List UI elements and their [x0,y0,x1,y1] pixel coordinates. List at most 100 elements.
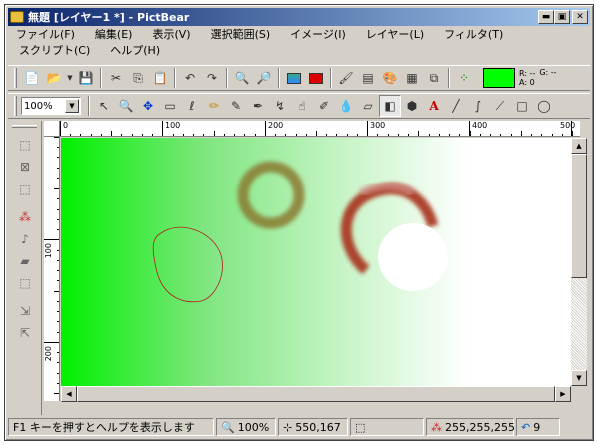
rect-select-icon[interactable]: ▭ [159,95,181,117]
cut-icon[interactable]: ✂ [105,67,127,89]
green-readout: G: -- [539,68,557,77]
zoom-out-icon[interactable]: 🔎 [253,67,275,89]
eraser-icon[interactable]: ▱ [357,95,379,117]
status-color-value: 255,255,255 [445,420,515,434]
menu-layer[interactable]: レイヤー(L) [355,27,433,43]
menu-selection[interactable]: 選択範囲(S) [200,27,280,43]
current-color-swatch[interactable] [483,68,515,88]
pointer-icon[interactable]: ↖ [93,95,115,117]
toolbar-separator [88,96,90,116]
open-folder-icon[interactable]: 📂 [43,67,65,89]
undo-icon[interactable]: ↶ [179,67,201,89]
magnifier-icon[interactable]: 🔍 [115,95,137,117]
color-select-icon[interactable]: ⁂ [14,206,36,228]
properties-icon[interactable]: ▦ [401,67,423,89]
scroll-left-icon[interactable]: ◀ [61,386,77,402]
magic-wand-icon[interactable]: ♪ [14,228,36,250]
close-button[interactable]: ✕ [572,10,588,24]
menu-script[interactable]: スクリプト(C) [8,43,99,59]
left-ruler-ticks [44,137,59,394]
toolbar-separator [100,68,102,88]
menu-filter[interactable]: フィルタ(T) [433,27,512,43]
zoom-select[interactable]: 100% ▼ [21,97,81,115]
selection-border-icon[interactable]: ⬚ [14,272,36,294]
curve-icon[interactable]: ∫ [467,95,489,117]
toolbar-separator [278,68,280,88]
selection-layer-icon[interactable]: ▰ [14,250,36,272]
status-zoom-value: 100% [237,420,270,434]
selection-toolbar: ⬚ ⊠ ⬚ ⁂ ♪ ▰ ⬚ ⇲ ⇱ [8,121,42,415]
status-selection-size: ⬚ [350,418,424,436]
selection-transform-icon[interactable]: ⇱ [14,322,36,344]
new-file-icon[interactable]: 📄 [21,67,43,89]
select-all-icon[interactable]: ⬚ [14,134,36,156]
scroll-down-icon[interactable]: ▼ [571,370,587,386]
gradient-icon[interactable]: ◧ [379,95,401,117]
toolbar-grip[interactable] [12,125,37,128]
ellipse-icon[interactable]: ◯ [533,95,555,117]
zoom-in-icon[interactable]: 🔍 [231,67,253,89]
status-coords-value: 550,167 [295,420,341,434]
red-image-icon[interactable] [305,67,327,89]
menu-file[interactable]: ファイル(F) [8,27,84,43]
color-palette-icon[interactable]: 🎨 [379,67,401,89]
canvas-viewport[interactable] [61,138,571,386]
menu-edit[interactable]: 編集(E) [84,27,142,43]
finger-icon[interactable]: ☝ [291,95,313,117]
app-icon[interactable] [10,11,24,23]
lasso-icon[interactable]: ℓ [181,95,203,117]
pencil-icon[interactable]: ✏ [203,95,225,117]
ruler-label: 200 [268,121,284,130]
brush-icon[interactable]: ✎ [225,95,247,117]
status-color: ⁂ 255,255,255 [426,418,515,436]
tools-toolbar: 100% ▼ ↖ 🔍 ✥ ▭ ℓ ✏ ✎ ✒ ↯ ☝ ✐ 💧 ▱ ◧ ⬢ A ╱… [8,93,590,119]
dropper-icon[interactable]: 💧 [335,95,357,117]
layers-icon[interactable]: ▤ [357,67,379,89]
menu-view[interactable]: 表示(V) [141,27,199,43]
drawing-canvas[interactable] [61,138,571,386]
smudge-icon[interactable]: ↯ [269,95,291,117]
white-eraser-blob [378,223,448,291]
status-zoom: 🔍 100% [216,418,276,436]
move-icon[interactable]: ✥ [137,95,159,117]
eraser-tool-icon[interactable]: ✐ [313,95,335,117]
horizontal-scroll-thumb[interactable] [77,386,555,402]
toolbar-grip[interactable] [14,96,17,116]
dropdown-arrow-icon[interactable]: ▼ [65,67,75,89]
brush-palette-icon[interactable]: 🖌 [335,67,357,89]
menu-image[interactable]: イメージ(I) [279,27,355,43]
selection-move-icon[interactable]: ⇲ [14,300,36,322]
fill-icon[interactable]: ⬢ [401,95,423,117]
chevron-down-icon[interactable]: ▼ [65,99,79,113]
vertical-scroll-thumb[interactable] [571,154,587,278]
horizontal-scrollbar[interactable]: ◀ ▶ [61,386,571,402]
save-icon[interactable]: 💾 [75,67,97,89]
undo-history-icon: ↶ [521,420,531,434]
invert-selection-icon[interactable]: ⬚ [14,178,36,200]
status-help-text: F1 キーを押すとヘルプを表示します [13,421,195,434]
minimize-button[interactable]: ▬ [538,10,554,24]
rectangle-icon[interactable]: □ [511,95,533,117]
maximize-button[interactable]: ▣ [554,10,570,24]
text-icon[interactable]: A [423,95,445,117]
zoom-window-icon[interactable]: ⧉ [423,67,445,89]
line-icon[interactable]: ╱ [445,95,467,117]
paste-icon[interactable]: 📋 [149,67,171,89]
scroll-right-icon[interactable]: ▶ [555,386,571,402]
image-view-icon[interactable] [283,67,305,89]
scroll-up-icon[interactable]: ▲ [571,138,587,154]
ruler-label: 300 [370,121,386,130]
toolbar-grip[interactable] [14,68,17,88]
copy-icon[interactable]: ⎘ [127,67,149,89]
zoom-value: 100% [24,100,53,112]
vertical-scrollbar[interactable]: ▲ ▼ [571,138,587,386]
olive-brush-ring [237,161,305,229]
spline-icon[interactable]: ⟋ [489,95,511,117]
selection-size-icon: ⬚ [355,420,366,434]
deselect-icon[interactable]: ⊠ [14,156,36,178]
grid-icon[interactable]: ⁘ [453,67,475,89]
redo-icon[interactable]: ↷ [201,67,223,89]
menu-help[interactable]: ヘルプ(H) [99,43,169,59]
airbrush-icon[interactable]: ✒ [247,95,269,117]
title-bar[interactable]: 無題 [レイヤー1 *] - PictBear ▬ ▣ ✕ [8,8,590,26]
